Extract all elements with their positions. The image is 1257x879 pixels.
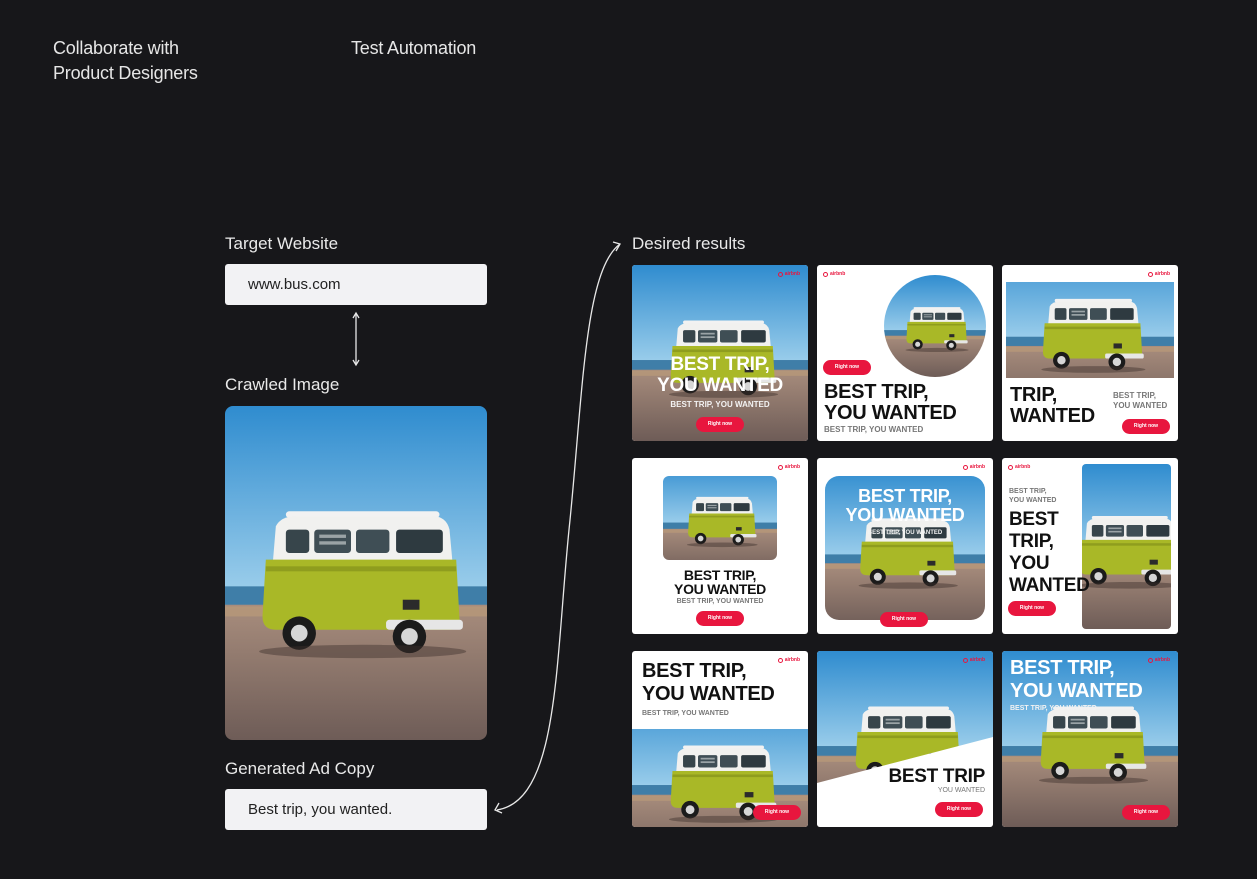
subheadline: BEST TRIP, YOU WANTED [676,598,764,605]
brand-logo-icon [823,271,828,277]
crawled-image [225,406,487,740]
brand-logo: airbnb [777,657,800,663]
brand-logo-icon [962,464,968,470]
brand-name: airbnb [784,657,800,663]
headline: BEST TRIP [888,766,985,787]
headline-word-1: BEST [1009,509,1059,530]
subheadline: BEST TRIP, YOU WANTED [867,530,943,536]
brand-logo: airbnb [777,464,800,470]
van-photo [1006,282,1174,378]
brand-logo: airbnb [777,271,800,277]
cta-button[interactable]: Right now [880,612,928,627]
headline-word-3: YOU [1009,553,1050,574]
subheadline-line-2: YOU WANTED [1113,401,1168,410]
subheadline: BEST TRIP, YOU WANTED [824,425,924,434]
cta-button[interactable]: Right now [823,360,871,375]
result-card-3[interactable]: airbnb TRIP, WANTED BEST TRIP, YOU WANTE… [1002,265,1178,441]
double-arrow-icon [352,311,360,367]
crawled-image-label: Crawled Image [225,375,340,394]
brand-logo-icon [777,464,783,470]
headline-word-2: TRIP, [1009,531,1054,552]
brand-logo: airbnb [823,271,845,277]
result-card-5[interactable]: airbnb BEST TRIP, YOU WANTED BEST TRIP, … [817,458,993,634]
cta-button[interactable]: Right now [696,417,744,432]
brand-name: airbnb [830,271,846,277]
headline-line-1: BEST TRIP, [858,486,952,506]
target-website-label: Target Website [225,234,339,253]
headline-word-4: WANTED [1009,575,1090,596]
brand-logo: airbnb [962,464,985,470]
result-card-9[interactable]: airbnb BEST TRIP, YOU WANTED BEST TRIP, … [1002,651,1178,827]
result-card-1[interactable]: airbnb BEST TRIP, YOU WANTED BEST TRIP, … [632,265,808,441]
brand-logo: airbnb [962,657,985,663]
cta-button[interactable]: Right now [753,805,801,820]
headline-line-2: YOU WANTED [657,375,783,396]
cta-button[interactable]: Right now [696,611,744,626]
result-card-2[interactable]: airbnb Right now BEST TRIP, YOU WANTED B… [817,265,993,441]
subheadline: YOU WANTED [937,787,985,794]
cta-button[interactable]: Right now [935,802,983,817]
cta-button[interactable]: Right now [1122,419,1170,434]
brand-logo: airbnb [1147,271,1170,277]
van-photo [1082,464,1171,629]
circle-photo [884,275,986,377]
headline-line-2: YOU WANTED [1010,680,1143,702]
headline-line-2: YOU WANTED [674,581,766,597]
van-photo [663,476,777,560]
brand-logo-icon [1008,464,1013,470]
result-card-8[interactable]: airbnb BEST TRIP YOU WANTED Right now [817,651,993,827]
brand-name: airbnb [1154,657,1170,663]
headline-line-2: YOU WANTED [642,683,775,705]
van-photo [225,406,487,740]
headline-line-1: BEST TRIP, [1010,657,1115,679]
brand-logo: airbnb [1008,464,1030,470]
rounded-photo [663,476,777,560]
headline-line-1: BEST TRIP, [683,567,757,583]
cta-button[interactable]: Right now [1008,601,1056,616]
result-card-6[interactable]: airbnb BEST TRIP, YOU WANTED BEST TRIP, … [1002,458,1178,634]
subheadline: BEST TRIP, YOU WANTED [642,710,729,717]
curved-arrow-icon [494,241,621,814]
header-collaborate-title: Collaborate with Product Designers [53,38,198,83]
generated-ad-copy-field[interactable]: Best trip, you wanted. [225,789,487,830]
subheadline-line-2: YOU WANTED [1009,497,1057,504]
target-website-field[interactable]: www.bus.com [225,264,487,305]
brand-logo-icon [1147,657,1153,663]
generated-ad-copy-label: Generated Ad Copy [225,759,375,778]
brand-name: airbnb [1015,464,1031,470]
brand-logo-icon [1147,271,1153,277]
subheadline-line-1: BEST TRIP, [1009,488,1047,495]
van-photo [884,275,986,377]
result-card-7[interactable]: airbnb BEST TRIP, YOU WANTED BEST TRIP, … [632,651,808,827]
result-card-4[interactable]: airbnb BEST TRIP, YOU WANTED BEST TRIP, … [632,458,808,634]
brand-logo: airbnb [1147,657,1170,663]
headline-line-1: TRIP, [1010,384,1058,406]
subheadline: BEST TRIP, YOU WANTED [1010,705,1097,712]
brand-logo-icon [777,271,783,277]
brand-name: airbnb [969,464,985,470]
headline-line-2: WANTED [1010,405,1095,427]
van-photo [632,265,808,441]
cta-button[interactable]: Right now [1122,805,1170,820]
subheadline: BEST TRIP, YOU WANTED [670,400,770,409]
brand-logo-icon [962,657,968,663]
headline-line-1: BEST TRIP, [670,354,770,375]
headline-line-1: BEST TRIP, [824,381,929,403]
headline-line-2: YOU WANTED [824,402,957,424]
brand-name: airbnb [784,464,800,470]
header-test-automation-title: Test Automation [351,38,477,58]
desired-results-label: Desired results [632,234,746,253]
headline-line-1: BEST TRIP, [642,660,747,682]
subheadline-line-1: BEST TRIP, [1113,391,1156,400]
brand-name: airbnb [969,657,985,663]
brand-name: airbnb [1154,271,1170,277]
brand-logo-icon [777,657,783,663]
tall-photo [1082,464,1171,629]
diagonal-panel [817,737,993,827]
brand-name: airbnb [784,271,800,277]
headline-line-2: YOU WANTED [845,505,965,525]
